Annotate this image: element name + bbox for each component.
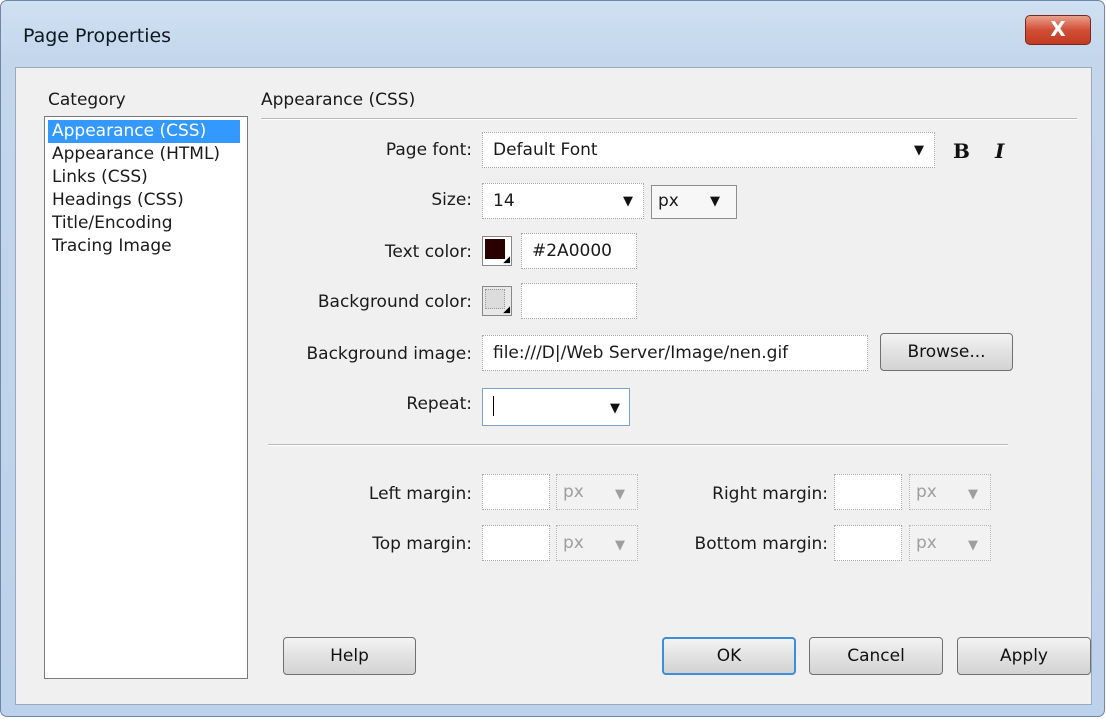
text-color-label: Text color: <box>384 242 472 262</box>
help-button[interactable]: Help <box>283 637 416 675</box>
category-item-title-encoding[interactable]: Title/Encoding <box>48 212 177 235</box>
bottom-margin-unit-select[interactable]: px ▼ <box>909 525 991 561</box>
left-margin-label: Left margin: <box>368 484 472 504</box>
left-margin-unit-select[interactable]: px ▼ <box>556 474 638 510</box>
top-margin-label: Top margin: <box>372 534 472 554</box>
background-color-swatch <box>485 289 505 309</box>
title-bar: Page Properties X <box>1 1 1104 65</box>
italic-button[interactable]: I <box>995 139 1004 163</box>
cancel-button[interactable]: Cancel <box>809 637 943 675</box>
category-item-tracing-image[interactable]: Tracing Image <box>48 235 176 258</box>
top-margin-input[interactable] <box>482 525 550 561</box>
repeat-label: Repeat: <box>406 394 472 414</box>
category-heading: Category <box>48 90 126 110</box>
page-font-value: Default Font <box>493 140 598 160</box>
page-font-chevron-down-icon[interactable]: ▼ <box>914 143 924 158</box>
background-color-label: Background color: <box>317 292 472 312</box>
category-item-headings-css[interactable]: Headings (CSS) <box>48 189 188 212</box>
right-margin-chevron-down-icon: ▼ <box>968 487 978 502</box>
bold-button[interactable]: B <box>953 139 970 163</box>
color-picker-arrow-icon: ◢ <box>503 305 510 315</box>
right-margin-unit-value: px <box>916 482 937 502</box>
top-margin-unit-select[interactable]: px ▼ <box>556 525 638 561</box>
category-list[interactable]: Appearance (CSS) Appearance (HTML) Links… <box>44 116 248 679</box>
repeat-select[interactable] <box>482 388 630 426</box>
close-button[interactable]: X <box>1025 15 1091 45</box>
text-color-swatch <box>485 239 505 259</box>
size-label: Size: <box>431 190 472 210</box>
size-chevron-down-icon[interactable]: ▼ <box>623 194 633 209</box>
page-font-label: Page font: <box>385 140 472 160</box>
background-image-input[interactable]: file:///D|/Web Server/Image/nen.gif <box>482 335 868 371</box>
background-image-label: Background image: <box>306 344 472 364</box>
bottom-margin-chevron-down-icon: ▼ <box>968 538 978 553</box>
category-item-links-css[interactable]: Links (CSS) <box>48 166 152 189</box>
section-divider <box>261 118 1077 120</box>
bottom-margin-unit-value: px <box>916 533 937 553</box>
section-heading: Appearance (CSS) <box>261 90 416 110</box>
size-unit-chevron-down-icon: ▼ <box>710 194 720 209</box>
top-margin-unit-value: px <box>563 533 584 553</box>
text-color-picker[interactable]: ◢ <box>482 236 512 266</box>
text-caret <box>493 396 494 416</box>
category-item-appearance-css[interactable]: Appearance (CSS) <box>48 120 240 143</box>
text-color-value: #2A0000 <box>532 241 612 261</box>
left-margin-chevron-down-icon: ▼ <box>615 487 625 502</box>
size-value: 14 <box>493 191 515 211</box>
background-color-input[interactable] <box>521 283 637 319</box>
dialog-title: Page Properties <box>23 25 172 47</box>
repeat-chevron-down-icon[interactable]: ▼ <box>610 401 620 416</box>
left-margin-input[interactable] <box>482 474 550 510</box>
text-color-input[interactable]: #2A0000 <box>521 233 637 269</box>
page-font-select[interactable]: Default Font <box>482 132 935 168</box>
bottom-margin-input[interactable] <box>834 525 902 561</box>
right-margin-unit-select[interactable]: px ▼ <box>909 474 991 510</box>
left-margin-unit-value: px <box>563 482 584 502</box>
color-picker-arrow-icon: ◢ <box>503 255 510 265</box>
background-image-value: file:///D|/Web Server/Image/nen.gif <box>493 343 789 363</box>
right-margin-input[interactable] <box>834 474 902 510</box>
margins-divider <box>268 444 1008 446</box>
apply-button[interactable]: Apply <box>957 637 1091 675</box>
size-unit-value: px <box>658 191 679 211</box>
dialog-body: Category Appearance (CSS) Appearance (HT… <box>15 67 1092 705</box>
page-properties-dialog: Page Properties X Category Appearance (C… <box>0 0 1105 717</box>
browse-button[interactable]: Browse... <box>880 333 1013 371</box>
top-margin-chevron-down-icon: ▼ <box>615 538 625 553</box>
size-unit-select[interactable]: px ▼ <box>651 185 737 219</box>
background-color-picker[interactable]: ◢ <box>482 286 512 316</box>
right-margin-label: Right margin: <box>712 484 828 504</box>
ok-button[interactable]: OK <box>662 637 796 675</box>
size-combo[interactable]: 14 <box>482 183 644 219</box>
category-item-appearance-html[interactable]: Appearance (HTML) <box>48 143 224 166</box>
bottom-margin-label: Bottom margin: <box>694 534 828 554</box>
